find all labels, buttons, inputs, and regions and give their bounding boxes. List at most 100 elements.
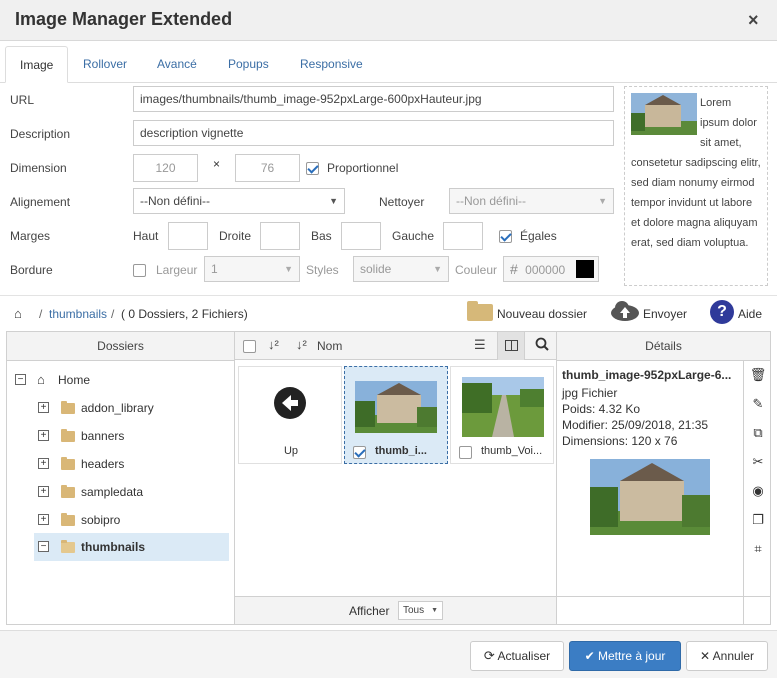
margins-label: Marges <box>10 229 51 243</box>
description-label: Description <box>10 127 71 141</box>
file-label: thumb_Voi... <box>481 445 543 457</box>
equal-margins-label: Égales <box>520 229 557 243</box>
tree-item-sampledata[interactable]: + sampledata <box>38 478 228 506</box>
margin-right-input[interactable] <box>260 222 300 250</box>
border-color-label: Couleur <box>455 263 498 277</box>
clear-value: --Non défini-- <box>456 194 527 208</box>
margin-right-label: Droite <box>219 229 252 243</box>
margin-left-input[interactable] <box>443 222 483 250</box>
files-footer <box>235 596 556 624</box>
new-folder-button[interactable]: Nouveau dossier <box>497 307 587 321</box>
home-icon[interactable]: ⌂ <box>14 306 22 321</box>
expand-icon[interactable]: + <box>38 430 49 441</box>
border-color-swatch[interactable] <box>576 260 594 278</box>
list-view-icon[interactable]: ☰ <box>474 337 486 353</box>
tree-item-thumbnails[interactable]: − thumbnails <box>34 533 229 561</box>
cancel-button[interactable]: ✕ Annuler <box>686 641 768 671</box>
border-style-select[interactable]: solide ▼ <box>353 256 449 282</box>
details-divider <box>743 360 744 624</box>
details-dimensions: Dimensions: 120 x 76 <box>562 434 678 448</box>
tab-rollover[interactable]: Rollover <box>69 46 141 83</box>
update-button[interactable]: ✔ Mettre à jour <box>569 641 681 671</box>
help-button[interactable]: Aide <box>738 307 762 321</box>
cancel-label: Annuler <box>712 649 755 663</box>
file-card-up[interactable]: Up <box>238 366 342 464</box>
tree-item-banners[interactable]: + banners <box>38 422 228 450</box>
copy-icon[interactable]: ⧉ <box>747 422 769 444</box>
folders-header: Dossiers <box>7 332 234 361</box>
tree-item-sobipro[interactable]: + sobipro <box>38 506 228 534</box>
folder-icon <box>61 401 75 414</box>
expand-icon[interactable]: + <box>38 458 49 469</box>
show-label: Afficher <box>349 604 390 618</box>
check-icon: ✔ <box>584 649 595 663</box>
folder-icon <box>61 429 75 442</box>
refresh-button[interactable]: ⟳ Actualiser <box>470 641 564 671</box>
alignment-select[interactable]: --Non défini-- ▼ <box>133 188 345 214</box>
collapse-icon[interactable]: − <box>15 374 26 385</box>
file-checkbox[interactable] <box>459 446 472 459</box>
file-card-thumb-voie[interactable]: thumb_Voi... <box>450 366 554 464</box>
grid-view-icon[interactable] <box>497 332 525 360</box>
tab-image[interactable]: Image <box>5 46 69 83</box>
margin-top-input[interactable] <box>168 222 208 250</box>
tab-popups[interactable]: Popups <box>214 46 283 83</box>
tab-advanced[interactable]: Avancé <box>143 46 211 83</box>
expand-icon[interactable]: + <box>38 486 49 497</box>
tab-responsive[interactable]: Responsive <box>286 46 377 83</box>
description-input[interactable]: description vignette <box>133 120 614 146</box>
close-icon[interactable]: × <box>748 10 759 31</box>
update-label: Mettre à jour <box>598 649 666 663</box>
duplicate-icon[interactable]: ❐ <box>747 509 769 531</box>
border-width-select[interactable]: 1 ▼ <box>204 256 300 282</box>
url-input[interactable]: images/thumbnails/thumb_image-952pxLarge… <box>133 86 614 112</box>
new-folder-icon[interactable] <box>467 301 493 321</box>
breadcrumb-separator: / <box>39 307 43 321</box>
breadcrumb-thumbnails[interactable]: thumbnails <box>49 307 107 321</box>
details-filename: thumb_image-952pxLarge-6... <box>562 368 732 382</box>
home-icon: ⌂ <box>37 372 45 387</box>
proportional-label: Proportionnel <box>327 161 399 175</box>
file-checkbox[interactable] <box>353 446 366 459</box>
expand-icon[interactable]: + <box>38 514 49 525</box>
border-checkbox[interactable] <box>133 264 146 277</box>
width-input[interactable]: 120 <box>133 154 198 182</box>
help-icon[interactable]: ? <box>710 300 734 324</box>
select-all-checkbox[interactable] <box>243 340 256 353</box>
collapse-icon[interactable]: − <box>38 541 49 552</box>
crop-icon[interactable]: ⌗ <box>747 538 769 560</box>
proportional-checkbox[interactable] <box>306 162 319 175</box>
dialog-title: Image Manager Extended <box>15 9 233 29</box>
name-column-header[interactable]: Nom <box>317 339 342 353</box>
details-size: Poids: 4.32 Ko <box>562 402 641 416</box>
tree-item-home[interactable]: − ⌂ Home <box>15 366 215 394</box>
sort-name-icon[interactable]: ↓² <box>296 337 307 352</box>
edit-icon[interactable]: ✎ <box>747 393 769 415</box>
folder-icon <box>61 457 75 470</box>
tree-label: sobipro <box>81 513 121 527</box>
arrow-left-icon <box>274 387 306 419</box>
delete-icon[interactable]: 🗑 <box>747 364 769 386</box>
details-type: jpg Fichier <box>562 386 618 400</box>
search-icon[interactable] <box>535 337 549 351</box>
refresh-icon: ⟳ <box>483 648 495 663</box>
details-preview-image <box>590 459 710 535</box>
tree-item-addon-library[interactable]: + addon_library <box>38 394 228 422</box>
file-card-thumb-image[interactable]: thumb_i... <box>344 366 448 464</box>
cut-icon[interactable]: ✂ <box>747 451 769 473</box>
sort-asc-icon[interactable]: ↓² <box>268 337 279 352</box>
upload-icon[interactable] <box>610 300 640 322</box>
clear-select[interactable]: --Non défini-- ▼ <box>449 188 614 214</box>
file-thumbnail <box>462 377 544 437</box>
equal-margins-checkbox[interactable] <box>499 230 512 243</box>
file-thumbnail <box>355 381 437 433</box>
upload-button[interactable]: Envoyer <box>643 307 687 321</box>
margin-bottom-input[interactable] <box>341 222 381 250</box>
height-input[interactable]: 76 <box>235 154 300 182</box>
expand-icon[interactable]: + <box>38 402 49 413</box>
tree-label: banners <box>81 429 125 443</box>
view-icon[interactable]: ◉ <box>747 480 769 502</box>
folder-icon <box>61 513 75 526</box>
show-select[interactable]: Tous ▼ <box>398 601 443 620</box>
tree-item-headers[interactable]: + headers <box>38 450 228 478</box>
